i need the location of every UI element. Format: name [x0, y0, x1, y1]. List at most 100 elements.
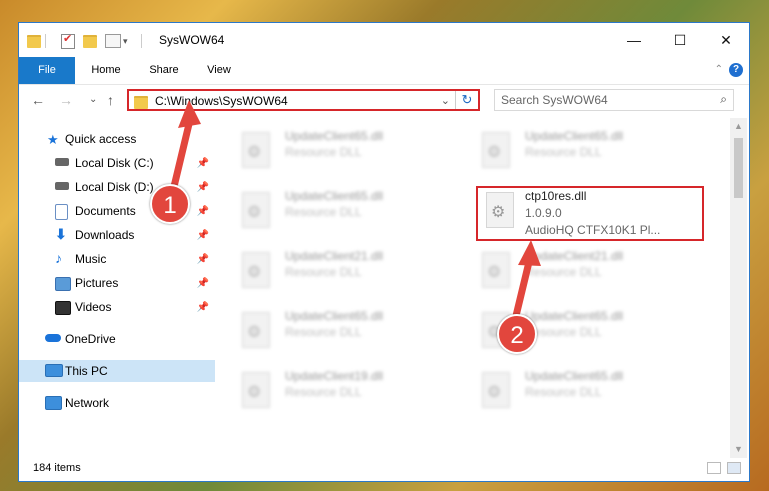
file-item[interactable]: UpdateClient65.dll Resource DLL: [236, 126, 456, 178]
star-icon: ★: [47, 132, 59, 147]
tab-view[interactable]: View: [195, 57, 243, 84]
window-title: SysWOW64: [159, 33, 225, 47]
file-description: Resource DLL: [285, 205, 362, 219]
sidebar-item-downloads[interactable]: ⬇ Downloads 📌: [19, 224, 215, 246]
up-button[interactable]: ↑: [107, 92, 114, 108]
dll-file-icon: [242, 192, 270, 228]
pictures-icon: [55, 277, 71, 291]
pin-icon: 📌: [196, 277, 209, 289]
search-input[interactable]: Search SysWOW64 ⌕: [494, 89, 734, 111]
maximize-button[interactable]: ☐: [657, 23, 703, 57]
file-item[interactable]: UpdateClient65.dll Resource DLL: [236, 306, 456, 358]
file-name: UpdateClient65.dll: [525, 309, 624, 323]
file-item[interactable]: UpdateClient21.dll Resource DLL: [236, 246, 456, 298]
folder-icon: [27, 33, 41, 49]
file-item[interactable]: UpdateClient21.dll Resource DLL: [476, 246, 696, 298]
file-description: Resource DLL: [525, 265, 602, 279]
collapse-ribbon-icon[interactable]: ⌃: [715, 64, 723, 75]
file-description: Resource DLL: [285, 265, 362, 279]
close-button[interactable]: ✕: [703, 23, 749, 57]
folder-icon: [134, 96, 148, 109]
sidebar-item-videos[interactable]: Videos 📌: [19, 296, 215, 318]
forward-button[interactable]: →: [59, 92, 73, 108]
customize-icon[interactable]: [105, 33, 121, 49]
search-placeholder: Search SysWOW64: [501, 93, 608, 107]
chevron-down-icon[interactable]: ⌄: [441, 94, 450, 107]
back-button[interactable]: ←: [31, 92, 45, 108]
sidebar-item-label: Music: [75, 252, 107, 266]
file-description: Resource DLL: [285, 325, 362, 339]
step-badge-2: 2: [497, 314, 537, 354]
scroll-down-icon[interactable]: ▼: [730, 441, 747, 458]
pin-icon: 📌: [196, 157, 209, 169]
dll-file-icon: [242, 372, 270, 408]
file-name: UpdateClient65.dll: [285, 189, 384, 203]
file-name: UpdateClient65.dll: [525, 369, 624, 383]
ribbon: File Home Share View ⌃ ?: [19, 57, 749, 85]
properties-icon[interactable]: [61, 32, 75, 49]
search-icon[interactable]: ⌕: [720, 92, 727, 107]
tab-home[interactable]: Home: [79, 57, 133, 84]
documents-icon: [55, 204, 68, 220]
network-icon: [45, 396, 62, 410]
large-icons-view-icon[interactable]: [727, 462, 741, 474]
pin-icon: 📌: [196, 181, 209, 193]
vertical-scrollbar[interactable]: ▲ ▼: [730, 118, 747, 458]
sidebar-item-pictures[interactable]: Pictures 📌: [19, 272, 215, 294]
sidebar-item-label: Documents: [75, 204, 136, 218]
dll-file-icon: [242, 252, 270, 288]
computer-icon: [45, 364, 63, 377]
pin-icon: 📌: [196, 205, 209, 217]
sidebar-item-onedrive[interactable]: OneDrive: [19, 328, 215, 350]
dll-file-icon: [482, 132, 510, 168]
pin-icon: 📌: [196, 253, 209, 265]
sidebar-item-music[interactable]: ♪ Music 📌: [19, 248, 215, 270]
status-bar: 184 items: [19, 457, 749, 481]
tab-file[interactable]: File: [19, 57, 75, 84]
file-item[interactable]: UpdateClient19.dll Resource DLL: [236, 366, 456, 418]
refresh-button[interactable]: ↻: [455, 91, 478, 109]
step-badge-1: 1: [150, 184, 190, 224]
sidebar-item-this-pc[interactable]: This PC: [19, 360, 215, 382]
navigation-pane: ★ Quick access Local Disk (C:) 📌 Local D…: [19, 118, 215, 458]
file-description: Resource DLL: [285, 145, 362, 159]
sidebar-item-network[interactable]: Network: [19, 392, 215, 414]
pin-icon: 📌: [196, 301, 209, 313]
sidebar-item-quick-access[interactable]: ★ Quick access: [19, 128, 215, 150]
item-count: 184 items: [33, 462, 81, 474]
sidebar-item-label: Pictures: [75, 276, 119, 290]
address-bar[interactable]: C:\Windows\SysWOW64 ⌄ ↻: [127, 89, 480, 111]
file-description: Resource DLL: [525, 385, 602, 399]
sidebar-item-label: Videos: [75, 300, 112, 314]
file-item[interactable]: UpdateClient65.dll Resource DLL: [476, 126, 696, 178]
videos-icon: [55, 301, 71, 315]
title-bar: ▾ SysWOW64 — ☐ ✕: [19, 23, 749, 57]
new-folder-icon[interactable]: [83, 33, 97, 49]
sidebar-item-label: OneDrive: [65, 332, 116, 346]
scroll-up-icon[interactable]: ▲: [730, 118, 747, 135]
minimize-button[interactable]: —: [611, 23, 657, 57]
explorer-window: ▾ SysWOW64 — ☐ ✕ File Home Share View ⌃ …: [18, 22, 750, 482]
file-name: UpdateClient21.dll: [285, 249, 384, 263]
help-icon[interactable]: ?: [729, 63, 743, 77]
chevron-down-icon[interactable]: ▾: [123, 33, 128, 49]
dll-file-icon: [242, 132, 270, 168]
dll-file-icon: [242, 312, 270, 348]
address-path[interactable]: C:\Windows\SysWOW64: [155, 94, 288, 108]
tab-share[interactable]: Share: [137, 57, 191, 84]
recent-locations-button[interactable]: ⌄: [89, 94, 97, 105]
file-item[interactable]: UpdateClient65.dll Resource DLL: [236, 186, 456, 238]
dll-file-icon: [482, 372, 510, 408]
dll-file-icon: [482, 252, 510, 288]
music-icon: ♪: [55, 250, 62, 266]
scrollbar-thumb[interactable]: [734, 138, 743, 198]
drive-icon: [55, 158, 69, 166]
file-description: Resource DLL: [525, 145, 602, 159]
file-name: UpdateClient65.dll: [285, 129, 384, 143]
sidebar-item-label: Downloads: [75, 228, 135, 242]
details-view-icon[interactable]: [707, 462, 721, 474]
sidebar-item-label: Quick access: [65, 132, 137, 146]
file-item[interactable]: UpdateClient65.dll Resource DLL: [476, 366, 696, 418]
sidebar-item-local-disk-c[interactable]: Local Disk (C:) 📌: [19, 152, 215, 174]
sidebar-item-label: Local Disk (C:): [75, 156, 154, 170]
